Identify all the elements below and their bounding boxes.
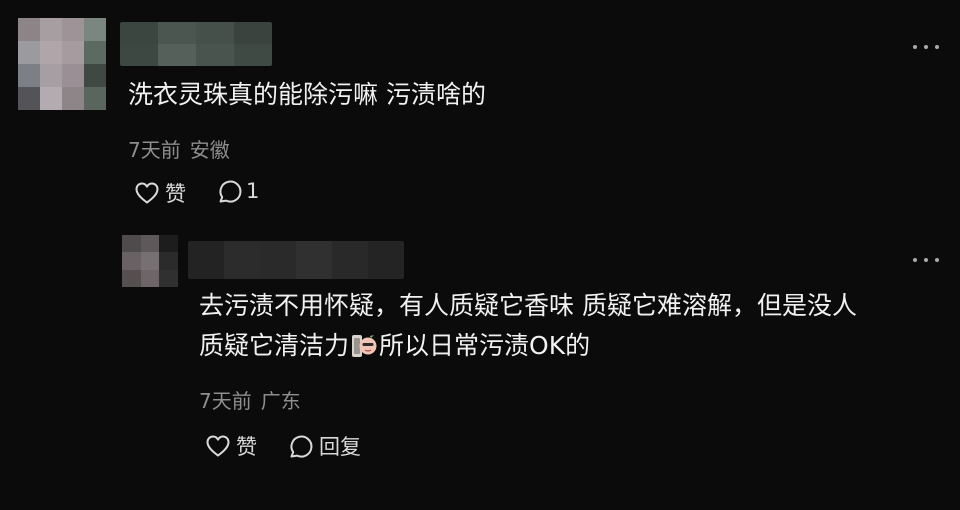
- location: 广东: [260, 389, 301, 413]
- username-blurred[interactable]: [120, 22, 272, 66]
- reply-meta: 7天前 广东: [199, 385, 301, 414]
- heart-icon: [206, 435, 230, 457]
- reply-button[interactable]: 回复: [288, 431, 361, 461]
- comment: 洗衣灵珠真的能除污嘛 污渍啥的 7天前 安徽 赞 1: [0, 0, 960, 225]
- reply-like-button[interactable]: 赞: [205, 431, 257, 461]
- avatar[interactable]: [18, 18, 106, 110]
- reply-count-button[interactable]: 1: [217, 178, 259, 204]
- more-dots-icon[interactable]: [913, 253, 939, 267]
- timestamp: 7天前: [199, 389, 252, 413]
- like-label: 赞: [236, 435, 257, 459]
- reply-text-before-sticker: 质疑它清洁力: [199, 331, 350, 360]
- reply-label: 回复: [319, 435, 361, 459]
- comment-meta: 7天前 安徽: [128, 134, 230, 163]
- reply-text-line2: 质疑它清洁力 所以日常污渍OK的: [199, 329, 590, 363]
- reply-count: 1: [246, 179, 260, 203]
- heart-icon: [135, 182, 159, 204]
- reply: 去污渍不用怀疑，有人质疑它香味 质疑它难溶解，但是没人 质疑它清洁力 所以日常污…: [0, 225, 960, 510]
- reply-text-line1: 去污渍不用怀疑，有人质疑它香味 质疑它难溶解，但是没人: [199, 291, 857, 320]
- location: 安徽: [189, 138, 230, 162]
- thumbs-up-sticker-icon: [352, 332, 377, 357]
- like-button[interactable]: 赞: [134, 178, 186, 208]
- reply-text-after-sticker: 所以日常污渍OK的: [379, 331, 591, 360]
- comment-bubble-icon: [219, 180, 242, 203]
- like-label: 赞: [165, 182, 186, 206]
- timestamp: 7天前: [128, 138, 181, 162]
- reply-avatar[interactable]: [122, 235, 178, 287]
- more-dots-icon[interactable]: [913, 40, 939, 54]
- reply-username-blurred[interactable]: [188, 241, 404, 279]
- comment-text: 洗衣灵珠真的能除污嘛 污渍啥的: [128, 80, 486, 109]
- comment-bubble-icon: [290, 435, 313, 458]
